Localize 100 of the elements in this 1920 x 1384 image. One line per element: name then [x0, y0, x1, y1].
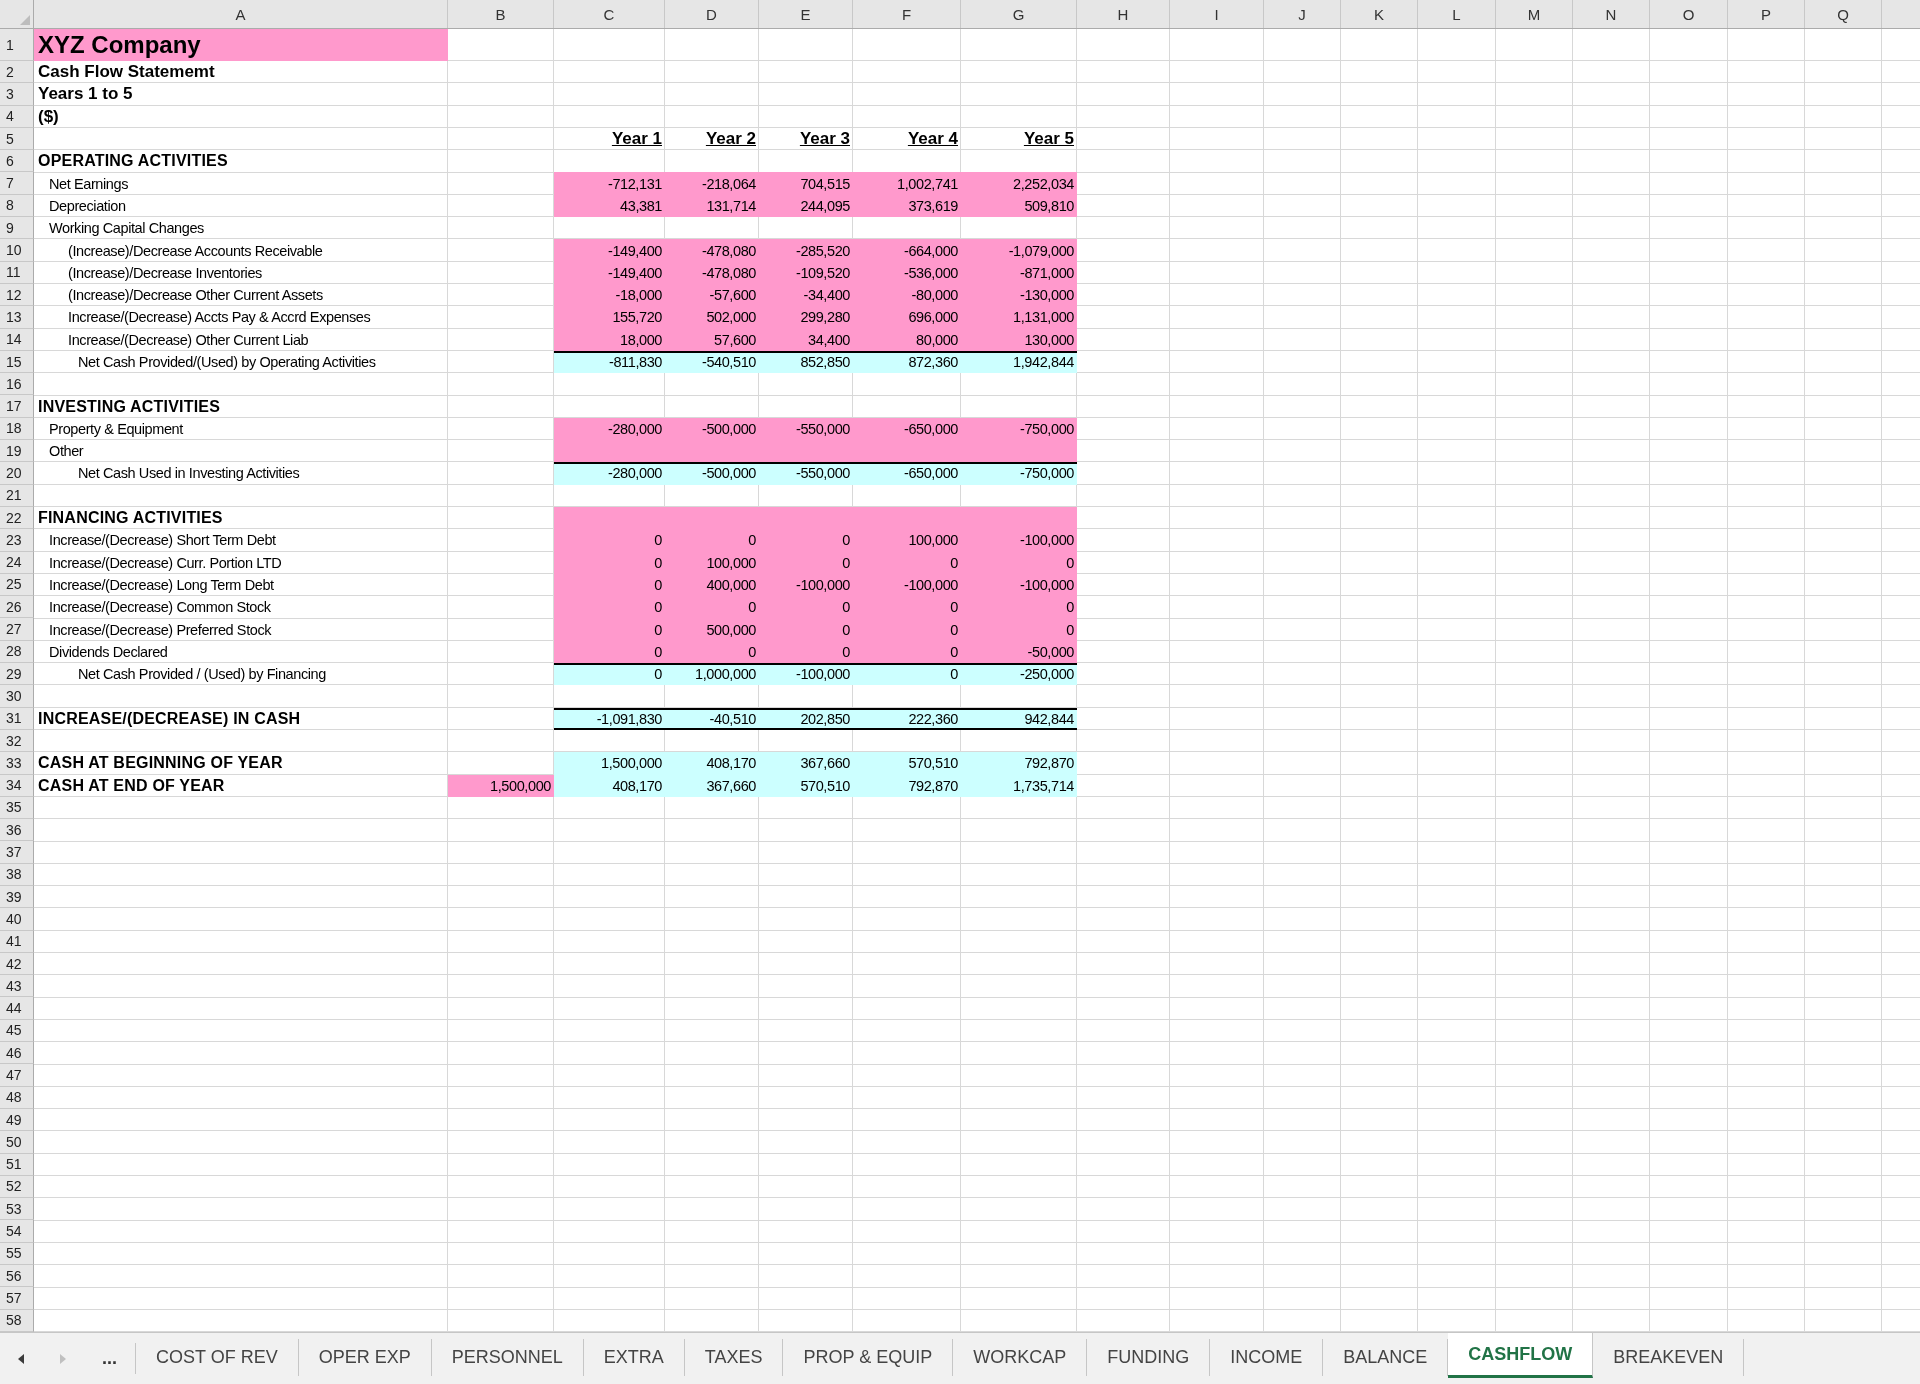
- row-number[interactable]: 25: [0, 573, 34, 597]
- row-number[interactable]: 9: [0, 217, 34, 240]
- row-number[interactable]: 51: [0, 1153, 34, 1176]
- row-number[interactable]: 57: [0, 1287, 34, 1310]
- table-cell: 0: [853, 618, 961, 641]
- row-number[interactable]: 44: [0, 997, 34, 1020]
- column-header[interactable]: B: [448, 0, 554, 28]
- column-header[interactable]: K: [1341, 0, 1418, 28]
- sheet-tab[interactable]: INCOME: [1210, 1339, 1324, 1376]
- column-header[interactable]: E: [759, 0, 853, 28]
- column-header[interactable]: O: [1650, 0, 1728, 28]
- row-number[interactable]: 46: [0, 1042, 34, 1065]
- row-number[interactable]: 8: [0, 194, 34, 218]
- row-number[interactable]: 26: [0, 596, 34, 619]
- row-label: Depreciation: [48, 196, 127, 216]
- row-number[interactable]: 43: [0, 975, 34, 998]
- row-number[interactable]: 49: [0, 1108, 34, 1132]
- table-cell: 400,000: [665, 573, 759, 597]
- scroll-left-icon[interactable]: [17, 1352, 25, 1365]
- column-header[interactable]: N: [1573, 0, 1650, 28]
- sheet-tab[interactable]: BREAKEVEN: [1593, 1339, 1745, 1376]
- table-cell: 155,720: [554, 306, 665, 329]
- sheet-tab[interactable]: PERSONNEL: [431, 1339, 584, 1376]
- column-header[interactable]: L: [1418, 0, 1496, 28]
- column-header[interactable]: G: [961, 0, 1077, 28]
- column-header[interactable]: I: [1170, 0, 1264, 28]
- row-number[interactable]: 24: [0, 551, 34, 574]
- row-number[interactable]: 4: [0, 105, 34, 128]
- sheet-tab[interactable]: FUNDING: [1087, 1339, 1211, 1376]
- row-number[interactable]: 53: [0, 1198, 34, 1221]
- row-number[interactable]: 33: [0, 752, 34, 775]
- row-number[interactable]: 15: [0, 350, 34, 374]
- table-cell: 367,660: [665, 774, 759, 797]
- row-number[interactable]: 16: [0, 373, 34, 396]
- row-number[interactable]: 13: [0, 306, 34, 329]
- row-number[interactable]: 35: [0, 796, 34, 820]
- sheet-tab[interactable]: EXTRA: [583, 1339, 685, 1376]
- row-number[interactable]: 40: [0, 908, 34, 931]
- sheet-tab[interactable]: COST OF REV: [136, 1339, 299, 1376]
- row-number[interactable]: 55: [0, 1242, 34, 1266]
- row-number[interactable]: 23: [0, 529, 34, 552]
- row-label: OPERATING ACTIVITIES: [37, 151, 229, 172]
- row-number[interactable]: 39: [0, 886, 34, 909]
- sheet-tab[interactable]: WORKCAP: [953, 1339, 1088, 1376]
- table-cell: -100,000: [853, 573, 961, 597]
- row-number[interactable]: 29: [0, 663, 34, 686]
- row-label: Years 1 to 5: [37, 83, 134, 106]
- column-header[interactable]: M: [1496, 0, 1573, 28]
- row-number[interactable]: 47: [0, 1064, 34, 1087]
- sheet-tab[interactable]: PROP & EQUIP: [783, 1339, 954, 1376]
- table-cell: -1,091,830: [554, 707, 665, 730]
- column-header[interactable]: C: [554, 0, 665, 28]
- row-number[interactable]: 2: [0, 61, 34, 84]
- row-number[interactable]: 37: [0, 841, 34, 864]
- row-number[interactable]: 14: [0, 328, 34, 351]
- row-number[interactable]: 27: [0, 618, 34, 641]
- row-number[interactable]: 30: [0, 685, 34, 708]
- column-header[interactable]: A: [34, 0, 448, 28]
- row-number[interactable]: 56: [0, 1265, 34, 1288]
- row-number[interactable]: 41: [0, 930, 34, 953]
- row-number[interactable]: 19: [0, 440, 34, 463]
- row-number[interactable]: 7: [0, 172, 34, 195]
- row-number[interactable]: 48: [0, 1086, 34, 1109]
- row-number[interactable]: 12: [0, 283, 34, 307]
- row-number[interactable]: 54: [0, 1220, 34, 1243]
- row-number[interactable]: 6: [0, 150, 34, 173]
- column-header[interactable]: H: [1077, 0, 1170, 28]
- row-number[interactable]: 10: [0, 239, 34, 262]
- row-number[interactable]: 52: [0, 1175, 34, 1199]
- row-number[interactable]: 3: [0, 83, 34, 106]
- row-number[interactable]: 5: [0, 127, 34, 151]
- row-number[interactable]: 22: [0, 506, 34, 530]
- sheet-tab[interactable]: CASHFLOW: [1448, 1333, 1594, 1378]
- row-number[interactable]: 42: [0, 952, 34, 976]
- column-header[interactable]: P: [1728, 0, 1805, 28]
- sheet-tab[interactable]: OPER EXP: [298, 1339, 432, 1376]
- row-number[interactable]: 17: [0, 395, 34, 418]
- row-number[interactable]: 18: [0, 417, 34, 441]
- row-number[interactable]: 34: [0, 774, 34, 797]
- column-header[interactable]: Q: [1805, 0, 1882, 28]
- table-cell: 0: [554, 663, 665, 686]
- column-header[interactable]: D: [665, 0, 759, 28]
- row-number[interactable]: 1: [0, 29, 34, 61]
- row-number[interactable]: 45: [0, 1019, 34, 1043]
- select-all-icon[interactable]: [20, 15, 30, 25]
- row-number[interactable]: 32: [0, 729, 34, 753]
- row-number[interactable]: 21: [0, 484, 34, 507]
- row-number[interactable]: 20: [0, 462, 34, 485]
- column-header[interactable]: J: [1264, 0, 1341, 28]
- row-number[interactable]: 36: [0, 819, 34, 842]
- more-sheets-button[interactable]: ...: [84, 1343, 136, 1374]
- row-number[interactable]: 58: [0, 1309, 34, 1332]
- table-cell: 0: [853, 596, 961, 619]
- row-number[interactable]: 31: [0, 707, 34, 730]
- row-number[interactable]: 11: [0, 261, 34, 284]
- row-number[interactable]: 38: [0, 863, 34, 886]
- row-number[interactable]: 28: [0, 640, 34, 663]
- column-header[interactable]: F: [853, 0, 961, 28]
- row-number[interactable]: 50: [0, 1131, 34, 1154]
- sheet-tab[interactable]: TAXES: [684, 1339, 784, 1376]
